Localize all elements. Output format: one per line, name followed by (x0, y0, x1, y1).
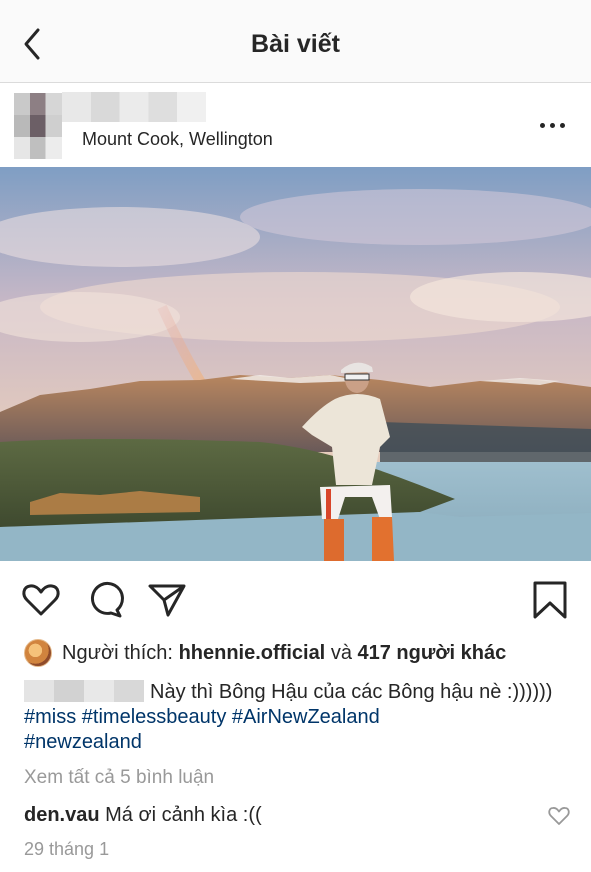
post-header: Mount Cook, Wellington (0, 84, 591, 166)
post-location[interactable]: Mount Cook, Wellington (82, 129, 273, 150)
navigation-bar: Bài viết (0, 0, 591, 83)
action-bar (0, 570, 591, 630)
share-button[interactable] (147, 580, 187, 620)
post-photo[interactable] (0, 167, 591, 561)
comment-item: den.vau Má ơi cảnh kìa :(( (24, 804, 262, 827)
like-button[interactable] (21, 580, 61, 620)
likes-prefix: Người thích: (62, 642, 173, 664)
page-title: Bài viết (251, 30, 340, 58)
paper-plane-icon (148, 584, 186, 617)
save-button[interactable] (530, 580, 570, 620)
comment-like-button[interactable] (548, 806, 570, 826)
username-redacted[interactable] (62, 92, 206, 122)
post-date: 29 tháng 1 (24, 839, 110, 859)
liker-username[interactable]: hhennie.official (179, 642, 326, 664)
hashtag[interactable]: #AirNewZealand (232, 706, 380, 728)
likes-text[interactable]: Người thích: hhennie.official và 417 ngư… (62, 642, 506, 665)
hashtag[interactable]: #miss (24, 706, 76, 728)
heart-icon (22, 584, 60, 616)
more-horizontal-icon (540, 122, 545, 128)
hashtag[interactable]: #timelessbeauty (82, 706, 227, 728)
post-caption: Này thì Bông Hậu của các Bông hậu nè :))… (24, 680, 569, 755)
comment-text: Má ơi cảnh kìa :(( (105, 804, 262, 826)
likes-conjunction: và (330, 642, 352, 664)
view-all-comments-link[interactable]: Xem tất cả 5 bình luận (24, 767, 214, 789)
comment-button[interactable] (84, 580, 124, 620)
liker-avatar[interactable] (24, 639, 52, 667)
bookmark-icon (533, 581, 567, 619)
likes-summary[interactable]: Người thích: hhennie.official và 417 ngư… (0, 638, 591, 668)
avatar[interactable] (14, 93, 62, 159)
hashtag[interactable]: #newzealand (24, 731, 142, 753)
caption-username-redacted[interactable] (24, 680, 144, 702)
comment-username[interactable]: den.vau (24, 804, 100, 826)
likes-others-count[interactable]: 417 người khác (358, 642, 507, 664)
more-options-button[interactable] (540, 120, 570, 130)
heart-icon (548, 807, 570, 825)
comment-bubble-icon (90, 581, 124, 618)
caption-text: Này thì Bông Hậu của các Bông hậu nè :))… (150, 681, 553, 703)
